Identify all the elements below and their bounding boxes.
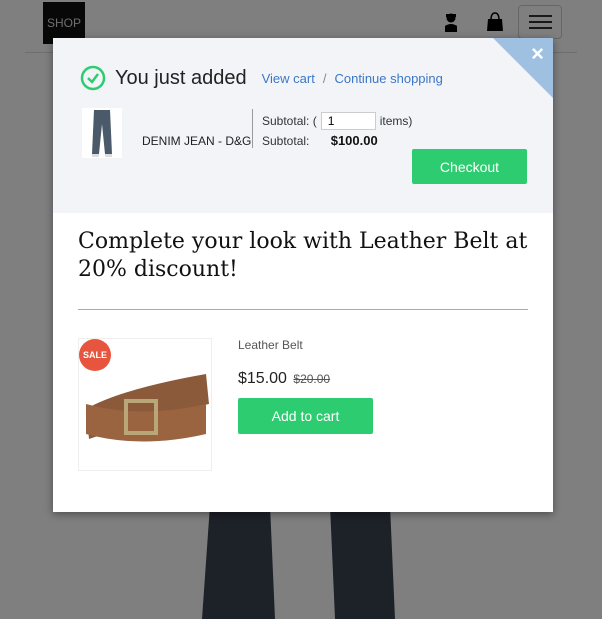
subtotal-label: Subtotal: xyxy=(262,134,310,148)
added-title: You just added xyxy=(115,66,247,89)
sale-price: $15.00 xyxy=(238,370,287,387)
original-price: $20.00 xyxy=(293,372,331,386)
upsell-divider xyxy=(78,309,528,310)
upsell-title: Complete your look with Leather Belt at … xyxy=(78,229,528,282)
upsell-price: $15.00 $20.00 xyxy=(238,370,330,388)
close-icon[interactable]: × xyxy=(531,42,544,66)
view-cart-link[interactable]: View cart xyxy=(262,71,315,86)
add-to-cart-button[interactable]: Add to cart xyxy=(238,398,373,434)
added-header: You just added View cart / Continue shop… xyxy=(80,65,443,91)
added-to-cart-modal: × You just added View cart / Continue sh… xyxy=(53,38,553,512)
link-separator: / xyxy=(322,70,327,86)
upsell-product-name[interactable]: Leather Belt xyxy=(238,338,303,352)
quantity-input[interactable] xyxy=(320,112,376,130)
vertical-divider xyxy=(252,109,253,148)
sale-badge: SALE xyxy=(79,339,111,371)
check-circle-icon xyxy=(80,65,106,91)
belt-product-image[interactable]: SALE xyxy=(78,338,212,471)
product-thumbnail xyxy=(82,108,122,158)
subtotal-row: Subtotal: $100.00 xyxy=(262,133,378,148)
continue-shopping-link[interactable]: Continue shopping xyxy=(334,71,442,86)
close-corner xyxy=(493,38,553,98)
subtotal-qty-label: Subtotal: ( xyxy=(262,114,317,128)
belt-image xyxy=(86,374,209,442)
checkout-button[interactable]: Checkout xyxy=(412,149,527,184)
quantity-row: Subtotal: ( items) xyxy=(262,112,412,130)
subtotal-value: $100.00 xyxy=(330,133,378,148)
product-name: DENIM JEAN - D&G xyxy=(142,134,252,148)
items-label: items) xyxy=(379,114,413,128)
added-summary-panel: × You just added View cart / Continue sh… xyxy=(53,38,553,213)
